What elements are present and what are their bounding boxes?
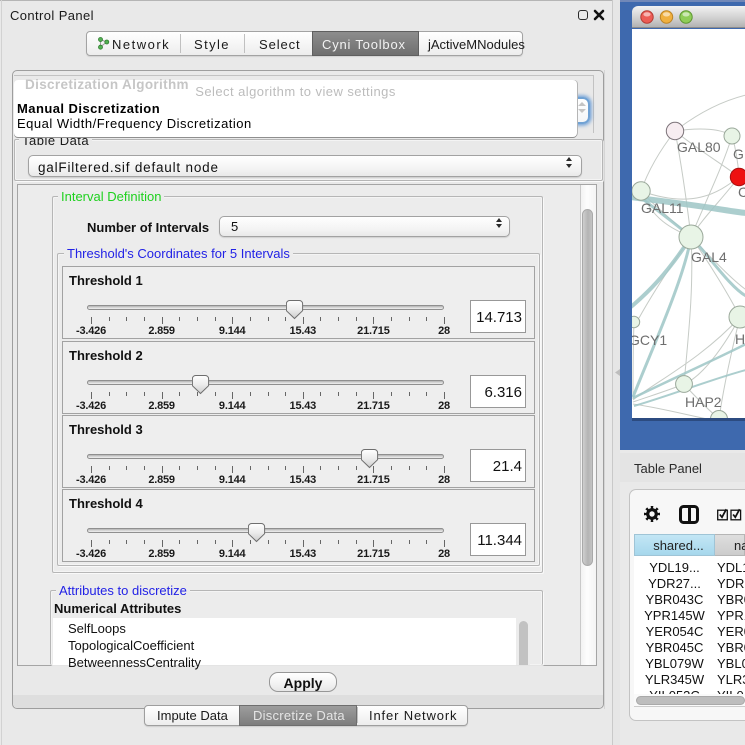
svg-text:GAL4: GAL4 <box>691 249 727 265</box>
svg-text:H: H <box>735 331 745 347</box>
svg-text:GAL11: GAL11 <box>641 200 684 216</box>
svg-text:C: C <box>738 184 745 200</box>
svg-text:G.: G. <box>733 146 745 162</box>
svg-text:HAP2: HAP2 <box>685 394 722 410</box>
svg-text:GCY1: GCY1 <box>632 332 667 348</box>
svg-text:GAL80: GAL80 <box>677 139 721 155</box>
